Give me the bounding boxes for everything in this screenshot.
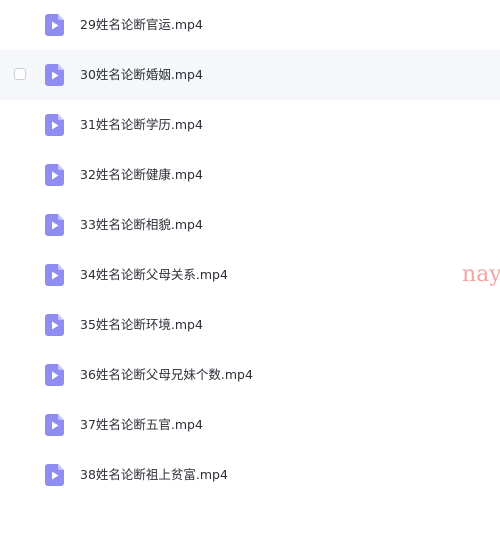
file-name[interactable]: 32姓名论断健康.mp4 xyxy=(80,167,203,183)
video-file-icon xyxy=(45,414,64,436)
file-row[interactable]: 35姓名论断环境.mp4 xyxy=(0,300,500,350)
file-name[interactable]: 37姓名论断五官.mp4 xyxy=(80,417,203,433)
file-row[interactable]: 38姓名论断祖上贫富.mp4 xyxy=(0,450,500,500)
file-name[interactable]: 31姓名论断学历.mp4 xyxy=(80,117,203,133)
file-row[interactable]: 37姓名论断五官.mp4 xyxy=(0,400,500,450)
file-row[interactable]: 36姓名论断父母兄妹个数.mp4 xyxy=(0,350,500,400)
file-row[interactable]: 31姓名论断学历.mp4 xyxy=(0,100,500,150)
file-name[interactable]: 38姓名论断祖上贫富.mp4 xyxy=(80,467,228,483)
video-file-icon xyxy=(45,214,64,236)
video-file-icon xyxy=(45,114,64,136)
file-name[interactable]: 36姓名论断父母兄妹个数.mp4 xyxy=(80,367,253,383)
watermark-text: nay xyxy=(462,262,500,287)
row-checkbox[interactable] xyxy=(14,68,26,80)
file-name[interactable]: 29姓名论断官运.mp4 xyxy=(80,17,203,33)
file-row[interactable]: 32姓名论断健康.mp4 xyxy=(0,150,500,200)
file-name[interactable]: 30姓名论断婚姻.mp4 xyxy=(80,67,203,83)
video-file-icon xyxy=(45,164,64,186)
video-file-icon xyxy=(45,264,64,286)
file-row[interactable]: 33姓名论断相貌.mp4 xyxy=(0,200,500,250)
file-row[interactable]: 30姓名论断婚姻.mp4 xyxy=(0,50,500,100)
video-file-icon xyxy=(45,364,64,386)
file-name[interactable]: 33姓名论断相貌.mp4 xyxy=(80,217,203,233)
video-file-icon xyxy=(45,314,64,336)
file-row[interactable]: 29姓名论断官运.mp4 xyxy=(0,0,500,50)
file-row[interactable]: 34姓名论断父母关系.mp4 xyxy=(0,250,500,300)
file-name[interactable]: 34姓名论断父母关系.mp4 xyxy=(80,267,228,283)
video-file-icon xyxy=(45,464,64,486)
video-file-icon xyxy=(45,14,64,36)
file-list: 29姓名论断官运.mp4 30姓名论断婚姻.mp4 31姓名论断学历.mp4 3… xyxy=(0,0,500,500)
video-file-icon xyxy=(45,64,64,86)
file-name[interactable]: 35姓名论断环境.mp4 xyxy=(80,317,203,333)
